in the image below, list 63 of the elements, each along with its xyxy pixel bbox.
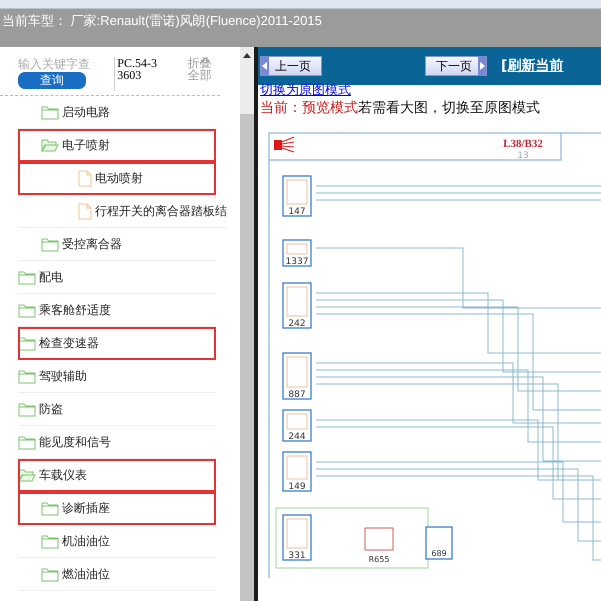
previous-page-button[interactable]: 上一页 bbox=[260, 56, 322, 76]
tree-item[interactable]: 乘客舱舒适度 bbox=[18, 294, 216, 327]
folder-icon bbox=[41, 500, 59, 516]
document-icon bbox=[78, 170, 92, 186]
component-number: 242 bbox=[288, 319, 306, 329]
component-symbol bbox=[282, 514, 312, 561]
tree-item[interactable]: 燃油油位 bbox=[18, 558, 216, 591]
tree-item[interactable]: 防盗 bbox=[18, 393, 216, 426]
component-symbol bbox=[282, 409, 312, 442]
scrollbar[interactable] bbox=[240, 47, 254, 601]
tree-item[interactable]: 受控离合器 bbox=[18, 228, 216, 261]
connector-icon bbox=[274, 136, 294, 152]
component-number: 1337 bbox=[286, 257, 308, 267]
tree-item[interactable]: 车载仪表 bbox=[18, 459, 216, 492]
folder-icon bbox=[41, 104, 59, 120]
tree-item[interactable]: 电动喷射 bbox=[18, 162, 216, 195]
folder-icon bbox=[41, 534, 59, 548]
component-number: 331 bbox=[288, 551, 306, 561]
next-page-button[interactable]: 下一页 bbox=[425, 56, 487, 76]
model-code: PC.54-33603 bbox=[114, 57, 162, 91]
tree-item[interactable]: 配电 bbox=[18, 261, 216, 294]
tree-item[interactable]: 电子喷射 bbox=[18, 129, 216, 162]
mode-notice: 当前：预览模式若需看大图，切换至原图模式 bbox=[259, 99, 541, 117]
folder-icon bbox=[18, 336, 36, 350]
component-symbol bbox=[282, 282, 312, 329]
component-number: 147 bbox=[288, 207, 306, 217]
folder-icon bbox=[18, 402, 36, 416]
refresh-link[interactable]: [刷新当前 bbox=[501, 57, 564, 75]
tree-item[interactable]: 驾驶辅助 bbox=[18, 360, 216, 393]
open-folder-icon bbox=[41, 138, 59, 152]
relay-number: R655 bbox=[368, 555, 390, 564]
tree-item[interactable]: 启动电路 bbox=[18, 96, 216, 129]
document-icon bbox=[78, 202, 92, 220]
module-symbol bbox=[425, 526, 453, 560]
component-number: 244 bbox=[288, 432, 306, 442]
search-button[interactable]: 查询 bbox=[18, 72, 86, 89]
page-number: 13 bbox=[517, 151, 529, 161]
open-folder-icon bbox=[18, 468, 36, 482]
folder-icon bbox=[18, 270, 36, 284]
folder-icon bbox=[18, 368, 36, 384]
tree-item[interactable]: 行程开关的离合器踏板结 bbox=[18, 195, 227, 228]
vehicle-model-label: 当前车型： 厂家:Renault(雷诺)风朗(Fluence)2011-2015 bbox=[2, 13, 322, 28]
component-symbol bbox=[282, 239, 312, 267]
tree-item[interactable]: 能见度和信号 bbox=[18, 426, 216, 459]
relay-symbol bbox=[364, 528, 394, 550]
folder-icon bbox=[18, 302, 36, 318]
tree-item[interactable]: 诊断插座 bbox=[18, 492, 216, 525]
module-number: 689 bbox=[431, 549, 447, 558]
folder-icon bbox=[18, 434, 36, 450]
component-symbol bbox=[282, 175, 312, 217]
folder-icon bbox=[41, 236, 59, 252]
original-image-link[interactable]: 切换为原图模式 bbox=[258, 85, 601, 97]
search-field[interactable]: 输入关键字查 bbox=[18, 57, 104, 71]
component-number: 149 bbox=[288, 482, 306, 492]
right-arrow-icon bbox=[479, 62, 485, 70]
tree-item[interactable]: 检查变速器 bbox=[18, 327, 216, 360]
component-number: 887 bbox=[288, 390, 306, 400]
left-arrow-icon bbox=[262, 62, 268, 70]
component-symbol bbox=[282, 451, 312, 492]
component-symbol bbox=[282, 352, 312, 400]
tree-item[interactable]: 机油油位 bbox=[18, 525, 216, 558]
folder-icon bbox=[41, 566, 59, 582]
sheet-code: L38/B32 bbox=[503, 138, 543, 150]
